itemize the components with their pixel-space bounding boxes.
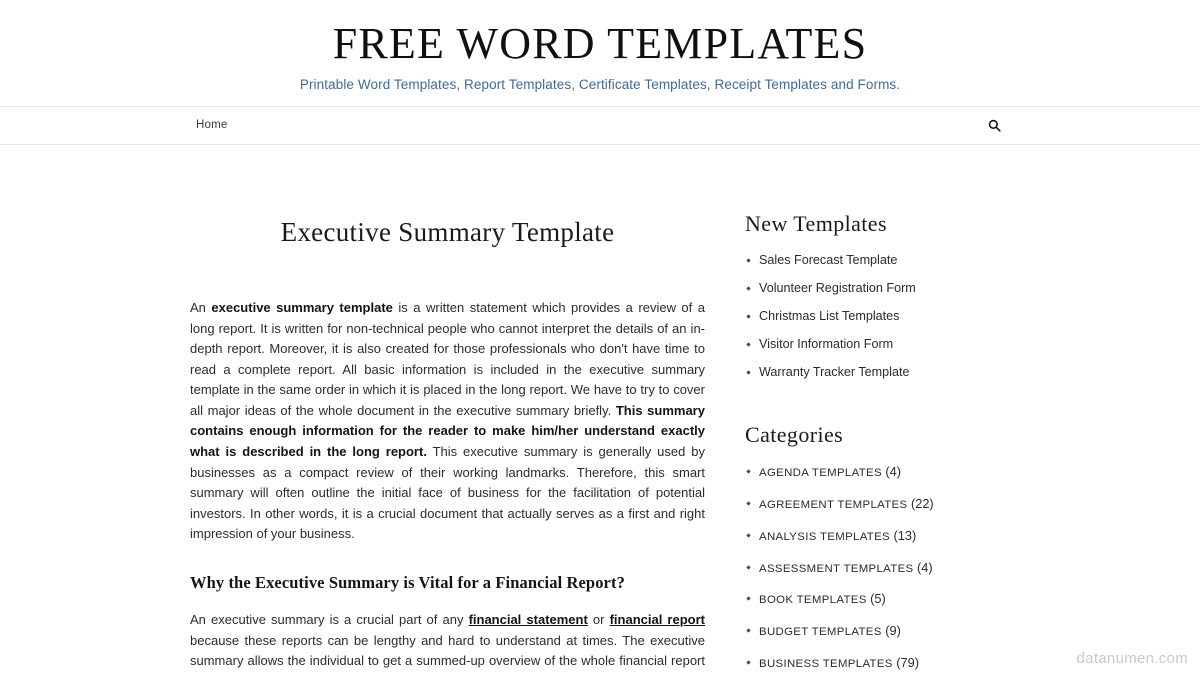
- article-content: Executive Summary Template An executive …: [190, 145, 705, 675]
- list-item: BUSINESS TEMPLATES (79): [745, 655, 1045, 672]
- link-financial-statement[interactable]: financial statement: [469, 612, 588, 627]
- widget-title-new-templates: New Templates: [745, 210, 887, 236]
- watermark: datanumen.com: [1076, 650, 1188, 667]
- widget-new-templates: New Templates Sales Forecast Template Vo…: [745, 211, 1045, 381]
- category-link[interactable]: ANALYSIS TEMPLATES: [759, 531, 890, 543]
- para1-part-a: An: [190, 299, 212, 315]
- category-count: (4): [917, 559, 933, 575]
- list-item: BOOK TEMPLATES (5): [745, 591, 1045, 608]
- list-item: Warranty Tracker Template: [745, 365, 1045, 380]
- para2-part-c: because these reports can be lengthy and…: [190, 632, 705, 675]
- new-templates-list: Sales Forecast Template Volunteer Regist…: [745, 253, 1045, 381]
- category-count: (5): [870, 591, 886, 607]
- category-link[interactable]: BUSINESS TEMPLATES: [759, 658, 893, 670]
- page-layout: Executive Summary Template An executive …: [0, 145, 1200, 675]
- sidebar: New Templates Sales Forecast Template Vo…: [745, 145, 1045, 675]
- site-tagline: Printable Word Templates, Report Templat…: [299, 76, 901, 92]
- paragraph-financial: An executive summary is a crucial part o…: [190, 610, 705, 675]
- category-count: (9): [885, 622, 901, 638]
- para2-part-a: An executive summary is a crucial part o…: [190, 612, 469, 628]
- article-body: An executive summary template is a writt…: [190, 298, 705, 675]
- section-heading: Why the Executive Summary is Vital for a…: [190, 573, 625, 593]
- para1-part-c: is a written statement which provides a …: [190, 299, 705, 418]
- list-item: BUDGET TEMPLATES (9): [745, 623, 1045, 640]
- category-link[interactable]: BOOK TEMPLATES: [759, 594, 867, 606]
- list-item: Volunteer Registration Form: [745, 281, 1045, 296]
- category-link[interactable]: ASSESSMENT TEMPLATES: [759, 563, 914, 575]
- site-masthead: FREE WORD TEMPLATES Printable Word Templ…: [0, 0, 1200, 92]
- site-title: FREE WORD TEMPLATES: [332, 19, 868, 68]
- category-count: (13): [893, 527, 917, 543]
- new-template-link[interactable]: Visitor Information Form: [759, 337, 893, 351]
- nav-links: Home: [196, 119, 227, 131]
- widget-title-categories: Categories: [745, 422, 844, 448]
- list-item: ANALYSIS TEMPLATES (13): [745, 528, 1045, 545]
- paragraph-intro: An executive summary template is a writt…: [190, 298, 705, 545]
- list-item: AGENDA TEMPLATES (4): [745, 464, 1045, 481]
- category-link[interactable]: AGENDA TEMPLATES: [759, 467, 882, 479]
- search-icon[interactable]: [984, 115, 1004, 135]
- link-financial-report[interactable]: financial report: [610, 612, 705, 627]
- category-count: (4): [885, 464, 902, 480]
- para2-part-b: or: [587, 612, 610, 628]
- new-template-link[interactable]: Volunteer Registration Form: [759, 281, 916, 295]
- list-item: Visitor Information Form: [745, 337, 1045, 352]
- category-link[interactable]: AGREEMENT TEMPLATES: [759, 499, 907, 511]
- main-navigation: Home: [0, 105, 1200, 145]
- para1-bold-term: executive summary template: [211, 299, 393, 315]
- category-link[interactable]: BUDGET TEMPLATES: [759, 626, 882, 638]
- list-item: Sales Forecast Template: [745, 253, 1045, 268]
- list-item: AGREEMENT TEMPLATES (22): [745, 496, 1045, 513]
- new-template-link[interactable]: Warranty Tracker Template: [759, 365, 909, 379]
- list-item: Christmas List Templates: [745, 309, 1045, 324]
- page-title: Executive Summary Template: [280, 216, 615, 247]
- list-item: ASSESSMENT TEMPLATES (4): [745, 560, 1045, 577]
- widget-categories: Categories AGENDA TEMPLATES (4) AGREEMEN…: [745, 422, 1045, 675]
- category-count: (22): [910, 496, 934, 512]
- nav-inner: Home: [0, 115, 1200, 135]
- new-template-link[interactable]: Christmas List Templates: [759, 309, 899, 323]
- category-count: (79): [896, 654, 920, 670]
- new-template-link[interactable]: Sales Forecast Template: [759, 253, 897, 267]
- nav-item-home[interactable]: Home: [196, 119, 227, 131]
- categories-list: AGENDA TEMPLATES (4) AGREEMENT TEMPLATES…: [745, 464, 1045, 675]
